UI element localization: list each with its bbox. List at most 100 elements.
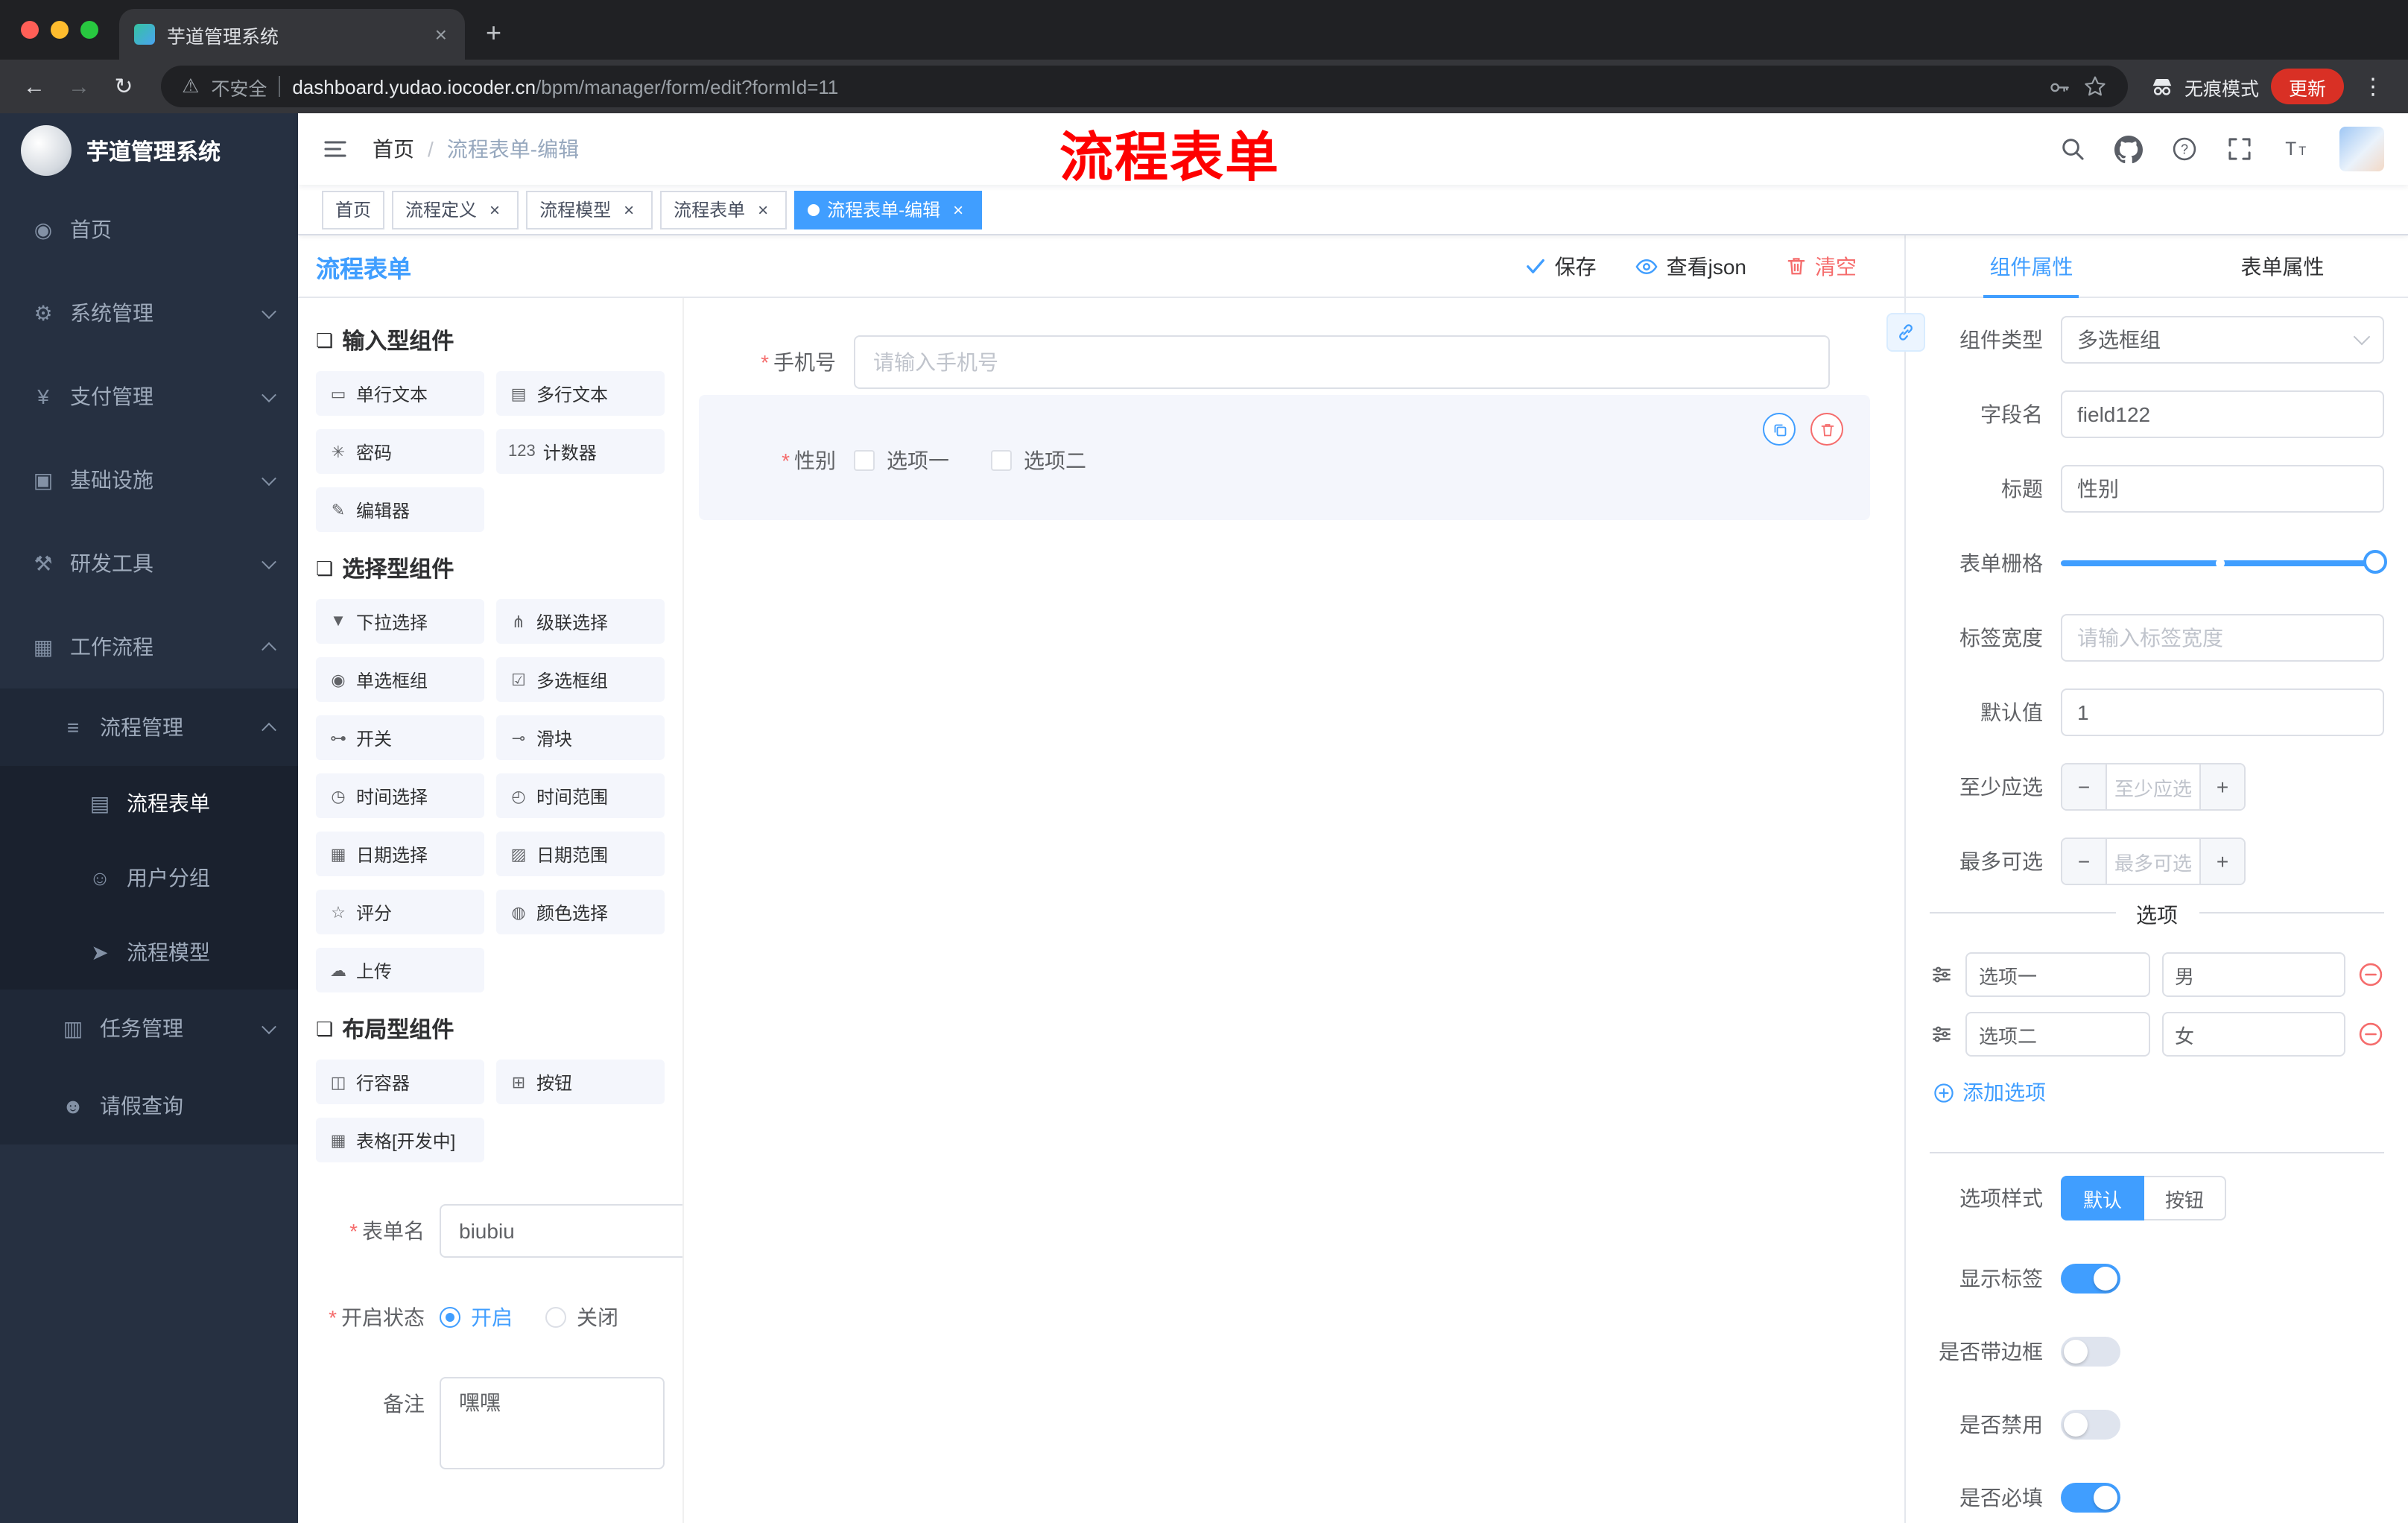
option-label-input[interactable] xyxy=(1965,1012,2149,1057)
tag-process-definition[interactable]: 流程定义 × xyxy=(392,190,519,229)
tag-process-model[interactable]: 流程模型 × xyxy=(526,190,653,229)
slider-handle[interactable] xyxy=(2363,550,2387,574)
palette-item-button[interactable]: ⊞ 按钮 xyxy=(496,1060,665,1104)
checkbox-icon[interactable] xyxy=(991,450,1012,471)
tag-close-icon[interactable]: × xyxy=(484,199,505,220)
tag-home[interactable]: 首页 xyxy=(322,190,385,229)
palette-item-rate[interactable]: ☆ 评分 xyxy=(316,890,484,934)
url-text[interactable]: dashboard.yudao.iocoder.cn/bpm/manager/f… xyxy=(292,75,838,98)
disabled-toggle[interactable] xyxy=(2061,1410,2120,1440)
border-toggle[interactable] xyxy=(2061,1337,2120,1367)
increase-button[interactable]: + xyxy=(2199,839,2244,884)
view-json-button[interactable]: 查看json xyxy=(1635,251,1746,281)
user-avatar[interactable] xyxy=(2339,127,2384,171)
link-field-button[interactable] xyxy=(1886,313,1925,352)
tag-close-icon[interactable]: × xyxy=(618,199,639,220)
minimize-window-button[interactable] xyxy=(51,21,69,39)
tab-form-props[interactable]: 表单属性 xyxy=(2157,235,2408,297)
remove-option-button[interactable] xyxy=(2357,1021,2384,1048)
required-toggle[interactable] xyxy=(2061,1483,2120,1513)
palette-item-date-picker[interactable]: ▦ 日期选择 xyxy=(316,832,484,876)
option-value-input[interactable] xyxy=(2161,1012,2345,1057)
remove-option-button[interactable] xyxy=(2357,961,2384,988)
clear-button[interactable]: 清空 xyxy=(1785,251,1857,281)
palette-item-password[interactable]: ✳ 密码 xyxy=(316,429,484,474)
tag-close-icon[interactable]: × xyxy=(752,199,773,220)
palette-item-select[interactable]: ▼ 下拉选择 xyxy=(316,599,484,644)
sidebar-item-payment[interactable]: ¥ 支付管理 xyxy=(0,355,298,438)
default-value-input[interactable] xyxy=(2061,688,2384,736)
component-type-select[interactable]: 多选框组 xyxy=(2061,316,2384,364)
checkbox-icon[interactable] xyxy=(854,450,875,471)
sidebar-item-process-form[interactable]: ▤ 流程表单 xyxy=(0,766,298,840)
palette-item-row-container[interactable]: ◫ 行容器 xyxy=(316,1060,484,1104)
browser-update-button[interactable]: 更新 xyxy=(2270,69,2344,104)
tag-process-form[interactable]: 流程表单 × xyxy=(660,190,788,229)
palette-item-editor[interactable]: ✎ 编辑器 xyxy=(316,487,484,532)
palette-item-slider[interactable]: ⊸ 滑块 xyxy=(496,715,665,760)
sidebar-item-infrastructure[interactable]: ▣ 基础设施 xyxy=(0,438,298,522)
collapse-sidebar-icon[interactable] xyxy=(322,136,349,162)
reload-button[interactable]: ↻ xyxy=(107,73,140,100)
style-button-button[interactable]: 按钮 xyxy=(2144,1176,2227,1220)
decrease-button[interactable]: − xyxy=(2062,839,2107,884)
increase-button[interactable]: + xyxy=(2199,764,2244,809)
sidebar-item-workflow[interactable]: ▦ 工作流程 xyxy=(0,605,298,688)
palette-item-date-range[interactable]: ▨ 日期范围 xyxy=(496,832,665,876)
palette-item-time-range[interactable]: ◴ 时间范围 xyxy=(496,773,665,818)
bookmark-star-icon[interactable] xyxy=(2083,75,2107,98)
title-input[interactable] xyxy=(2061,465,2384,513)
duplicate-field-button[interactable] xyxy=(1763,413,1796,446)
palette-item-radio-group[interactable]: ◉ 单选框组 xyxy=(316,657,484,702)
option-value-input[interactable] xyxy=(2161,952,2345,997)
new-tab-button[interactable]: + xyxy=(486,18,501,49)
drag-handle-icon[interactable] xyxy=(1930,1022,1954,1046)
palette-item-upload[interactable]: ☁ 上传 xyxy=(316,948,484,992)
back-button[interactable]: ← xyxy=(18,74,51,99)
sidebar-item-home[interactable]: ◉ 首页 xyxy=(0,188,298,271)
zoom-window-button[interactable] xyxy=(80,21,98,39)
save-button[interactable]: 保存 xyxy=(1525,251,1597,281)
delete-field-button[interactable] xyxy=(1810,413,1843,446)
status-radio-off[interactable]: 关闭 xyxy=(545,1302,618,1332)
sidebar-item-task-management[interactable]: ▥ 任务管理 xyxy=(0,990,298,1067)
tab-component-props[interactable]: 组件属性 xyxy=(1906,235,2157,297)
min-select-value[interactable]: 至少应选 xyxy=(2107,764,2199,809)
browser-menu-icon[interactable]: ⋮ xyxy=(2356,73,2390,100)
grid-slider[interactable] xyxy=(2061,539,2387,587)
canvas-field-gender-selected[interactable]: * 性别 选项一 选项二 xyxy=(699,395,1870,520)
palette-item-table[interactable]: ▦ 表格[开发中] xyxy=(316,1118,484,1162)
tag-close-icon[interactable]: × xyxy=(948,199,969,220)
forward-button[interactable]: → xyxy=(63,74,95,99)
label-width-input[interactable] xyxy=(2061,614,2384,662)
address-bar[interactable]: ⚠ 不安全 dashboard.yudao.iocoder.cn/bpm/man… xyxy=(161,66,2128,107)
phone-input[interactable]: 请输入手机号 xyxy=(854,335,1830,389)
gender-option-1[interactable]: 选项一 xyxy=(854,446,949,475)
password-key-icon[interactable] xyxy=(2047,75,2071,98)
palette-item-cascader[interactable]: ⋔ 级联选择 xyxy=(496,599,665,644)
form-remark-input[interactable]: 嘿嘿 xyxy=(440,1377,665,1469)
palette-item-textarea[interactable]: ▤ 多行文本 xyxy=(496,371,665,416)
sidebar-item-process-management[interactable]: ≡ 流程管理 xyxy=(0,688,298,766)
form-canvas[interactable]: * 手机号 请输入手机号 * 性别 选项一 选项二 xyxy=(684,298,1904,1523)
decrease-button[interactable]: − xyxy=(2062,764,2107,809)
github-icon[interactable] xyxy=(2114,135,2143,163)
add-option-button[interactable]: 添加选项 xyxy=(1933,1077,2384,1107)
browser-tab[interactable]: 芋道管理系统 × xyxy=(119,9,465,60)
sidebar-item-leave-query[interactable]: ☻ 请假查询 xyxy=(0,1067,298,1144)
sidebar-item-user-group[interactable]: ☺ 用户分组 xyxy=(0,840,298,915)
font-size-icon[interactable]: TT xyxy=(2281,136,2311,162)
palette-item-text-input[interactable]: ▭ 单行文本 xyxy=(316,371,484,416)
style-default-button[interactable]: 默认 xyxy=(2061,1176,2145,1220)
sidebar-item-system[interactable]: ⚙ 系统管理 xyxy=(0,271,298,355)
tag-process-form-edit[interactable]: 流程表单-编辑 × xyxy=(794,190,983,229)
search-icon[interactable] xyxy=(2059,136,2086,162)
form-name-input[interactable] xyxy=(440,1204,682,1258)
close-window-button[interactable] xyxy=(21,21,39,39)
palette-item-time-picker[interactable]: ◷ 时间选择 xyxy=(316,773,484,818)
field-name-input[interactable] xyxy=(2061,390,2384,438)
gender-option-2[interactable]: 选项二 xyxy=(991,446,1086,475)
palette-item-checkbox-group[interactable]: ☑ 多选框组 xyxy=(496,657,665,702)
option-label-input[interactable] xyxy=(1965,952,2149,997)
sidebar-item-process-model[interactable]: ➤ 流程模型 xyxy=(0,915,298,990)
